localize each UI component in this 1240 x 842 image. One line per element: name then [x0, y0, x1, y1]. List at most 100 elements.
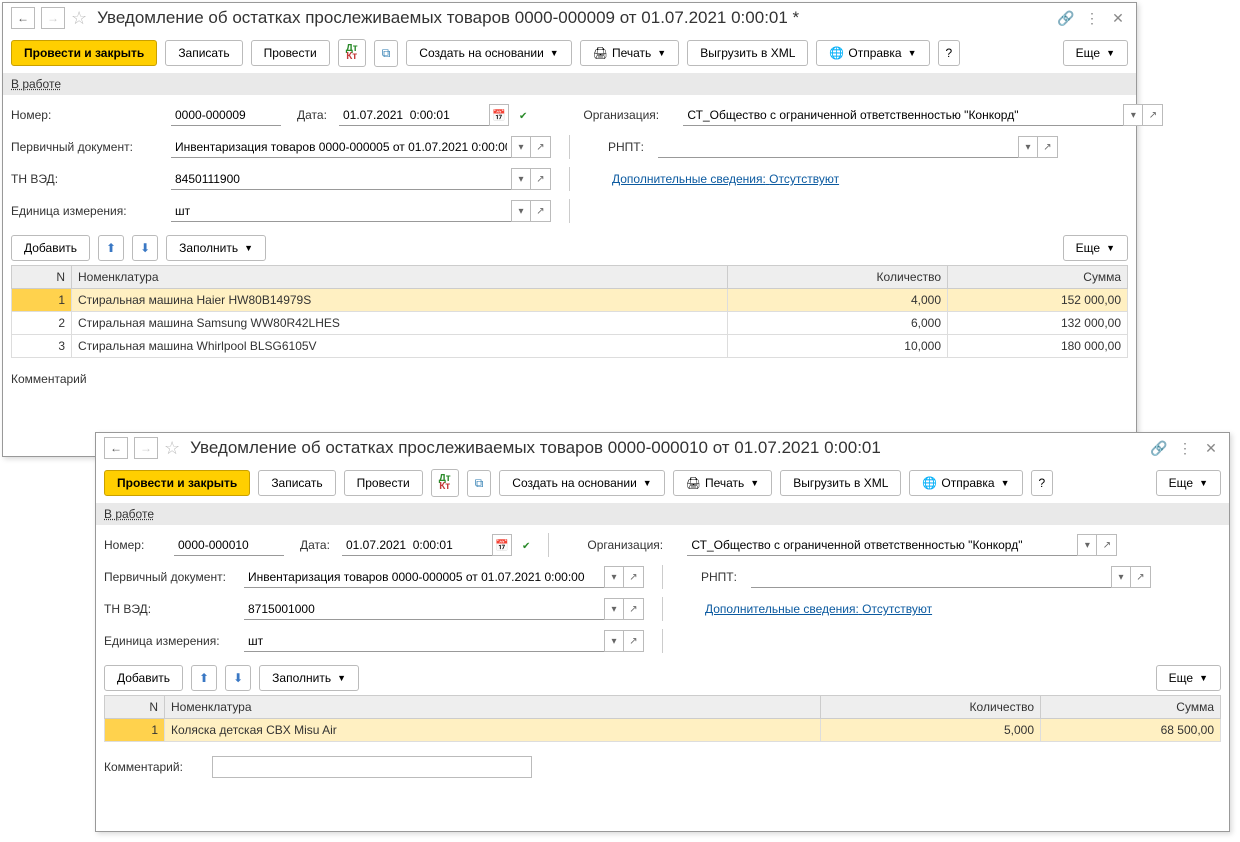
- nav-back-button[interactable]: ←: [104, 437, 128, 459]
- dtkt-button[interactable]: ДтКт: [431, 469, 459, 497]
- unit-dropdown-button[interactable]: ▾: [511, 200, 531, 222]
- fill-button[interactable]: Заполнить▼: [166, 235, 266, 261]
- unit-open-button[interactable]: ↗: [531, 200, 551, 222]
- favorite-star-icon[interactable]: ☆: [164, 438, 180, 459]
- col-sum[interactable]: Сумма: [948, 266, 1128, 289]
- more-menu-icon[interactable]: [1082, 8, 1102, 28]
- move-down-button[interactable]: [225, 665, 251, 691]
- table-more-button[interactable]: Еще▼: [1156, 665, 1221, 691]
- close-button[interactable]: [1108, 8, 1128, 28]
- link-icon[interactable]: [1056, 8, 1076, 28]
- primary-doc-dropdown-button[interactable]: ▾: [604, 566, 624, 588]
- dtkt-button[interactable]: ДтКт: [338, 39, 366, 67]
- tnved-field[interactable]: [171, 168, 511, 190]
- link-icon[interactable]: [1149, 438, 1169, 458]
- date-field[interactable]: [342, 534, 492, 556]
- status-label[interactable]: В работе: [11, 77, 61, 91]
- table-row[interactable]: 2Стиральная машина Samsung WW80R42LHES6,…: [12, 312, 1128, 335]
- col-nomen[interactable]: Номенклатура: [165, 696, 821, 719]
- help-button[interactable]: ?: [938, 40, 961, 66]
- col-n[interactable]: N: [105, 696, 165, 719]
- tnved-open-button[interactable]: ↗: [624, 598, 644, 620]
- help-button[interactable]: ?: [1031, 470, 1054, 496]
- org-dropdown-button[interactable]: ▾: [1077, 534, 1097, 556]
- move-up-button[interactable]: [191, 665, 217, 691]
- primary-doc-field[interactable]: [244, 566, 604, 588]
- col-qty[interactable]: Количество: [821, 696, 1041, 719]
- favorite-star-icon[interactable]: ☆: [71, 8, 87, 29]
- status-label[interactable]: В работе: [104, 507, 154, 521]
- table-more-button[interactable]: Еще▼: [1063, 235, 1128, 261]
- org-open-button[interactable]: ↗: [1097, 534, 1117, 556]
- org-field[interactable]: [683, 104, 1123, 126]
- move-up-button[interactable]: [98, 235, 124, 261]
- rnpt-dropdown-button[interactable]: ▾: [1018, 136, 1038, 158]
- toolbar-more-button[interactable]: Еще▼: [1156, 470, 1221, 496]
- post-button[interactable]: Провести: [344, 470, 423, 496]
- primary-doc-label: Первичный документ:: [104, 570, 244, 584]
- table-row[interactable]: 1Стиральная машина Haier HW80B14979S4,00…: [12, 289, 1128, 312]
- structure-button[interactable]: [374, 40, 399, 67]
- number-field[interactable]: [174, 534, 284, 556]
- primary-doc-field[interactable]: [171, 136, 511, 158]
- unit-field[interactable]: [244, 630, 604, 652]
- col-qty[interactable]: Количество: [728, 266, 948, 289]
- print-button[interactable]: Печать▼: [580, 40, 679, 66]
- toolbar-more-button[interactable]: Еще▼: [1063, 40, 1128, 66]
- tnved-dropdown-button[interactable]: ▾: [604, 598, 624, 620]
- export-xml-button[interactable]: Выгрузить в XML: [780, 470, 901, 496]
- print-button[interactable]: Печать▼: [673, 470, 772, 496]
- rnpt-field[interactable]: [751, 566, 1111, 588]
- tnved-dropdown-button[interactable]: ▾: [511, 168, 531, 190]
- save-button[interactable]: Записать: [165, 40, 242, 66]
- create-based-button[interactable]: Создать на основании▼: [406, 40, 571, 66]
- org-field[interactable]: [687, 534, 1077, 556]
- comment-field[interactable]: [212, 756, 532, 778]
- col-nomen[interactable]: Номенклатура: [72, 266, 728, 289]
- primary-doc-open-button[interactable]: ↗: [624, 566, 644, 588]
- rnpt-dropdown-button[interactable]: ▾: [1111, 566, 1131, 588]
- items-table[interactable]: N Номенклатура Количество Сумма 1Стираль…: [11, 265, 1128, 358]
- send-button[interactable]: Отправка▼: [816, 40, 929, 66]
- unit-field[interactable]: [171, 200, 511, 222]
- unit-open-button[interactable]: ↗: [624, 630, 644, 652]
- send-button[interactable]: Отправка▼: [909, 470, 1022, 496]
- nav-back-button[interactable]: ←: [11, 7, 35, 29]
- move-down-button[interactable]: [132, 235, 158, 261]
- col-sum[interactable]: Сумма: [1041, 696, 1221, 719]
- items-table[interactable]: N Номенклатура Количество Сумма 1Коляска…: [104, 695, 1221, 742]
- fill-button[interactable]: Заполнить▼: [259, 665, 359, 691]
- rnpt-open-button[interactable]: ↗: [1131, 566, 1151, 588]
- post-and-close-button[interactable]: Провести и закрыть: [104, 470, 250, 496]
- primary-doc-dropdown-button[interactable]: ▾: [511, 136, 531, 158]
- post-and-close-button[interactable]: Провести и закрыть: [11, 40, 157, 66]
- table-row[interactable]: 1Коляска детская CBX Misu Air5,00068 500…: [105, 719, 1221, 742]
- number-field[interactable]: [171, 104, 281, 126]
- unit-dropdown-button[interactable]: ▾: [604, 630, 624, 652]
- tnved-field[interactable]: [244, 598, 604, 620]
- rnpt-field[interactable]: [658, 136, 1018, 158]
- org-open-button[interactable]: ↗: [1143, 104, 1163, 126]
- nav-forward-button[interactable]: →: [41, 7, 65, 29]
- nav-forward-button[interactable]: →: [134, 437, 158, 459]
- add-row-button[interactable]: Добавить: [11, 235, 90, 261]
- calendar-button[interactable]: [492, 534, 512, 556]
- more-menu-icon[interactable]: [1175, 438, 1195, 458]
- structure-button[interactable]: [467, 470, 492, 497]
- tnved-open-button[interactable]: ↗: [531, 168, 551, 190]
- add-row-button[interactable]: Добавить: [104, 665, 183, 691]
- create-based-button[interactable]: Создать на основании▼: [499, 470, 664, 496]
- rnpt-open-button[interactable]: ↗: [1038, 136, 1058, 158]
- calendar-button[interactable]: [489, 104, 509, 126]
- close-button[interactable]: [1201, 438, 1221, 458]
- save-button[interactable]: Записать: [258, 470, 335, 496]
- date-field[interactable]: [339, 104, 489, 126]
- extra-info-link[interactable]: Дополнительные сведения: Отсутствуют: [612, 172, 839, 186]
- post-button[interactable]: Провести: [251, 40, 330, 66]
- primary-doc-open-button[interactable]: ↗: [531, 136, 551, 158]
- table-row[interactable]: 3Стиральная машина Whirlpool BLSG6105V10…: [12, 335, 1128, 358]
- export-xml-button[interactable]: Выгрузить в XML: [687, 40, 808, 66]
- col-n[interactable]: N: [12, 266, 72, 289]
- extra-info-link[interactable]: Дополнительные сведения: Отсутствуют: [705, 602, 932, 616]
- org-dropdown-button[interactable]: ▾: [1123, 104, 1143, 126]
